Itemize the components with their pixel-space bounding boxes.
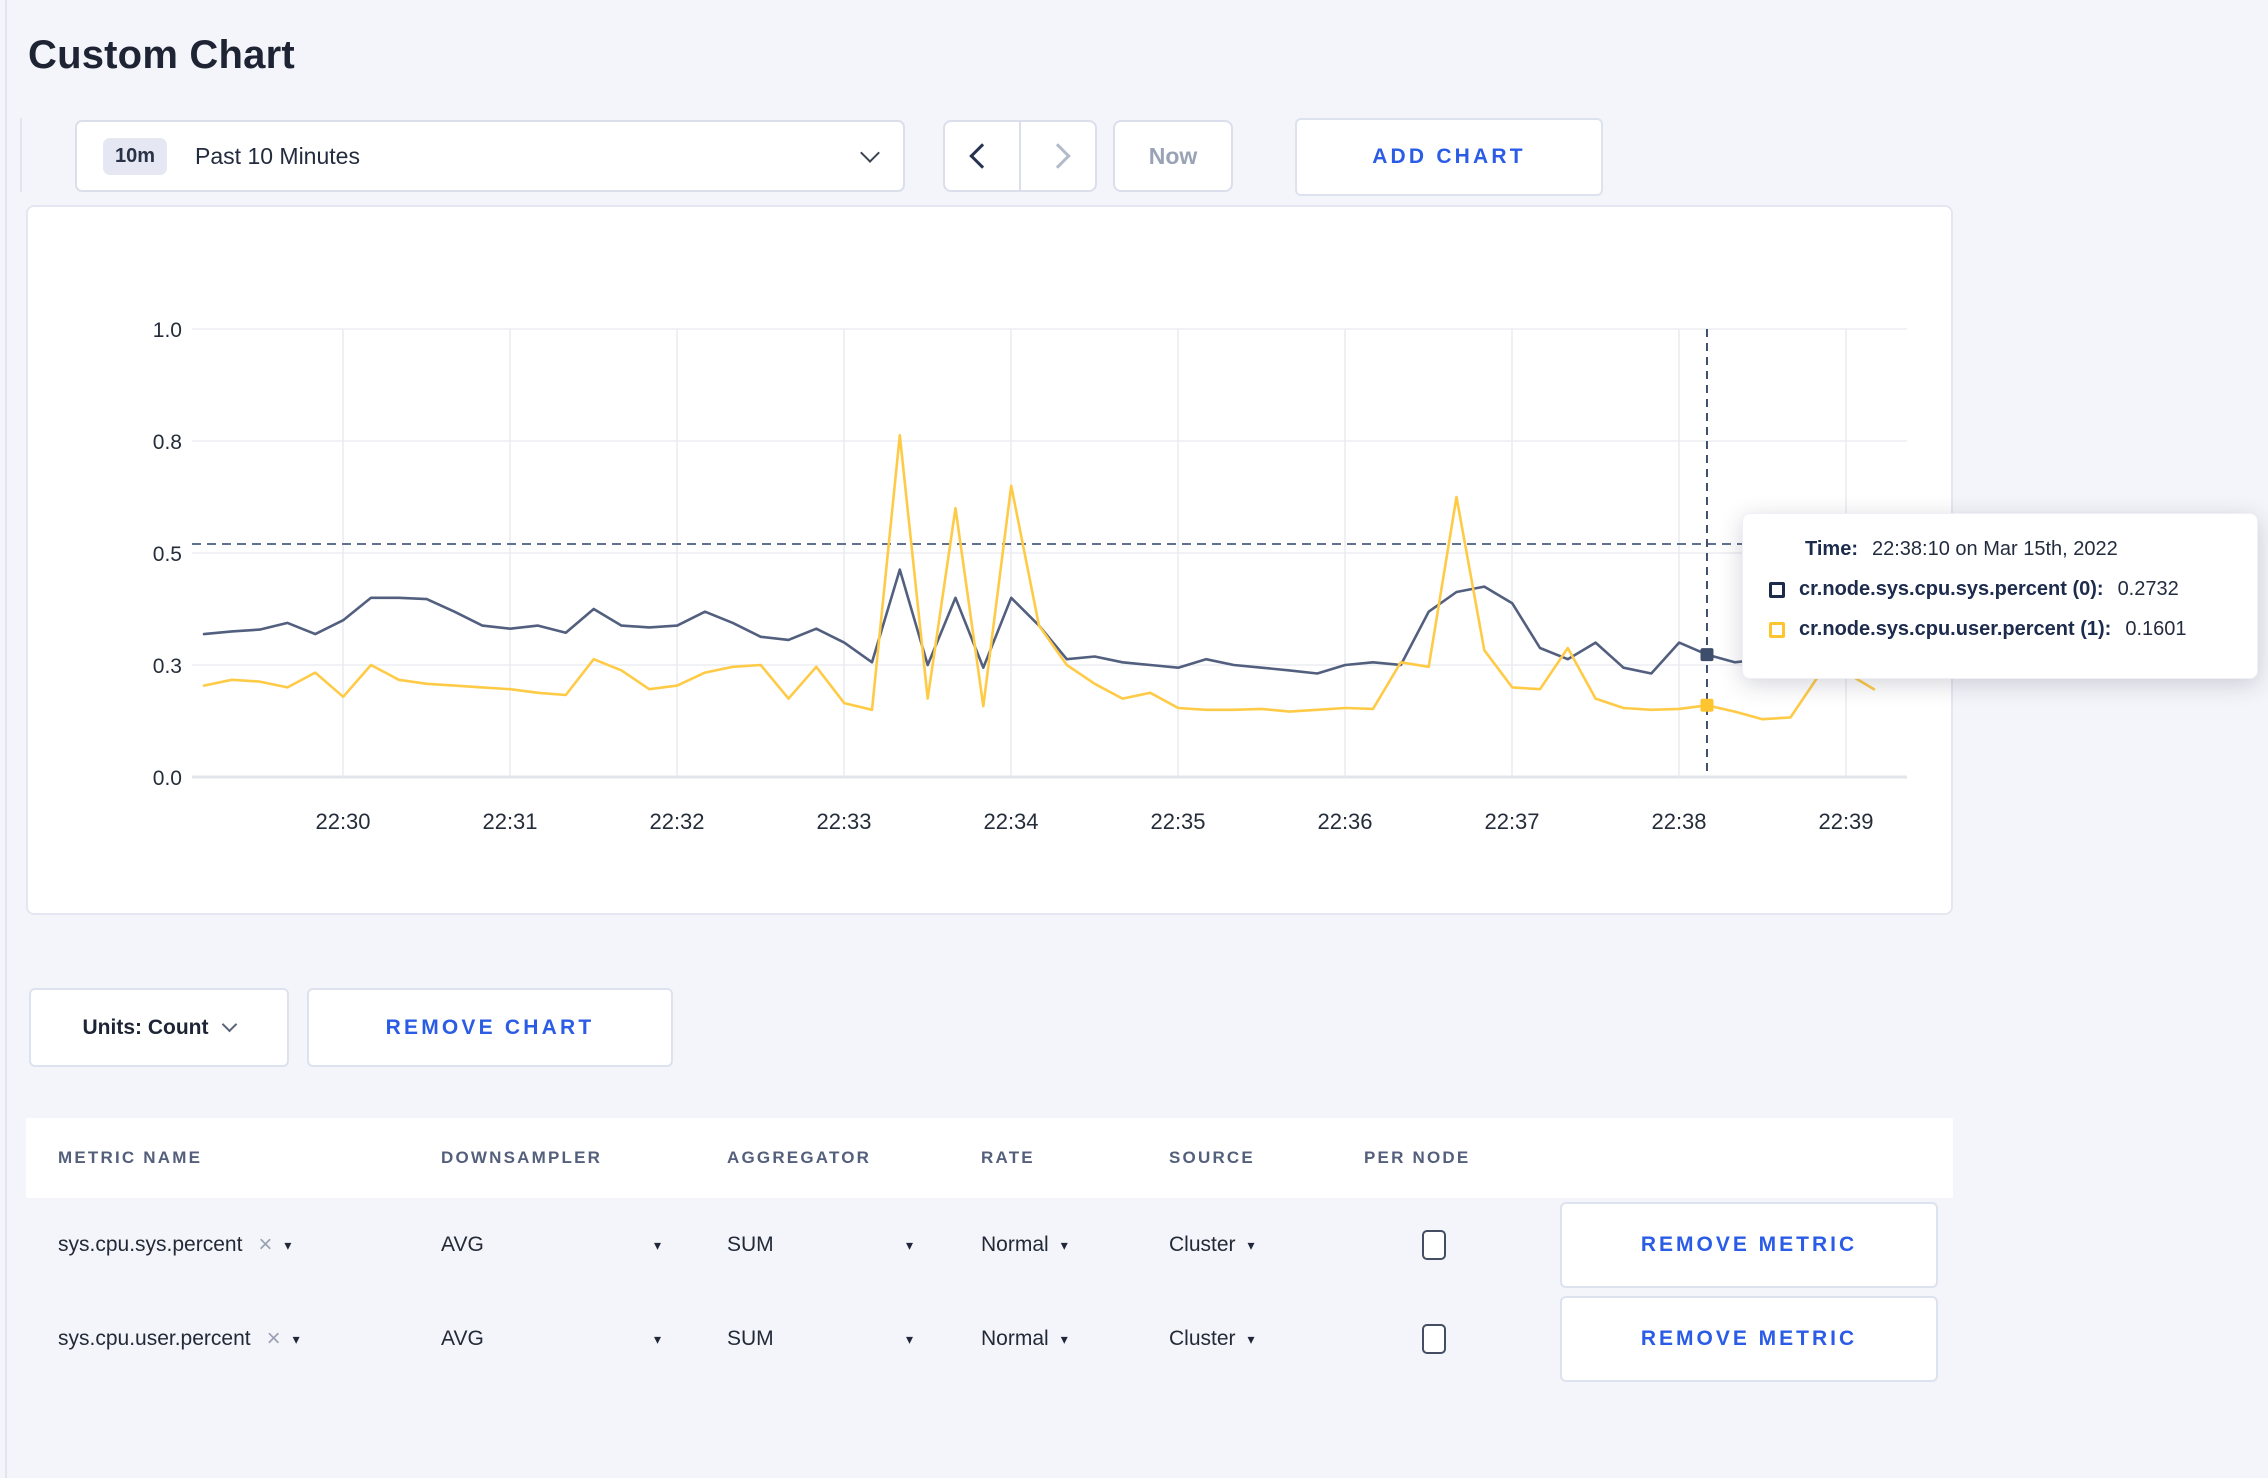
caret-down-icon: ▾ [653, 1236, 661, 1253]
close-icon[interactable]: × [267, 1327, 281, 1351]
chevron-left-icon [969, 143, 995, 169]
per-node-cell [1364, 1230, 1540, 1260]
metric-name-cell: sys.cpu.user.percent × ▾ [58, 1327, 441, 1351]
metric-name-select[interactable]: sys.cpu.sys.percent [58, 1233, 242, 1257]
units-label: Units: Count [82, 1015, 209, 1039]
close-icon[interactable]: × [258, 1233, 272, 1257]
col-header-source: SOURCE [1169, 1148, 1255, 1167]
metric-name-select[interactable]: sys.cpu.user.percent [58, 1327, 251, 1351]
metric-row: sys.cpu.sys.percent × ▾ AVG ▾ SUM ▾ Norm… [26, 1198, 1953, 1292]
caret-down-icon: ▾ [1247, 1236, 1255, 1253]
svg-text:22:39: 22:39 [1818, 809, 1873, 834]
series-line-1 [202, 433, 1876, 721]
tooltip-time-row: Time: 22:38:10 on Mar 15th, 2022 [1805, 538, 2257, 561]
metric-name-cell: sys.cpu.sys.percent × ▾ [58, 1233, 441, 1257]
now-button[interactable]: Now [1113, 120, 1233, 192]
remove-metric-cell: REMOVE METRIC [1540, 1202, 1953, 1288]
per-node-checkbox[interactable] [1422, 1324, 1446, 1354]
toolbar-left-divider [20, 118, 22, 192]
time-range-dropdown[interactable]: 10m Past 10 Minutes [75, 120, 905, 192]
tooltip-series-value: 0.1601 [2125, 618, 2187, 640]
downsampler-select[interactable]: AVG ▾ [441, 1233, 727, 1257]
cpu-usage-chart[interactable]: 1.0 0.8 0.5 0.3 0.0 22:30 22:31 22:32 22:33 22:34… [28, 207, 1951, 913]
downsampler-select[interactable]: AVG ▾ [441, 1327, 727, 1351]
svg-text:0.8: 0.8 [153, 431, 182, 454]
chevron-down-icon [222, 1016, 238, 1033]
caret-down-icon: ▾ [905, 1330, 913, 1347]
col-header-aggregator: AGGREGATOR [727, 1148, 872, 1167]
svg-text:22:36: 22:36 [1317, 809, 1372, 834]
source-select[interactable]: Cluster ▾ [1169, 1233, 1364, 1257]
rate-select[interactable]: Normal ▾ [981, 1233, 1169, 1257]
caret-down-icon: ▾ [1060, 1330, 1068, 1347]
rate-select[interactable]: Normal ▾ [981, 1327, 1169, 1351]
crosshair-marker-0 [1700, 648, 1714, 662]
tooltip-series-row: cr.node.sys.cpu.user.percent (1): 0.1601 [1769, 618, 2257, 641]
crosshair-marker-1 [1700, 698, 1714, 712]
page-left-border [5, 0, 7, 1478]
remove-metric-cell: REMOVE METRIC [1540, 1296, 1953, 1382]
svg-text:22:38: 22:38 [1651, 809, 1706, 834]
series-user-swatch-icon [1769, 621, 1785, 638]
aggregator-select[interactable]: SUM ▾ [727, 1327, 981, 1351]
tooltip-series-row: cr.node.sys.cpu.sys.percent (0): 0.2732 [1769, 578, 2257, 601]
time-range-label: Past 10 Minutes [195, 142, 360, 169]
col-header-per-node: PER NODE [1364, 1148, 1471, 1167]
units-dropdown[interactable]: Units: Count [29, 988, 289, 1067]
time-forward-button[interactable] [1021, 122, 1095, 190]
chart-card: 1.0 0.8 0.5 0.3 0.0 22:30 22:31 22:32 22:33 22:34… [26, 205, 1953, 915]
svg-text:22:32: 22:32 [649, 809, 704, 834]
source-select[interactable]: Cluster ▾ [1169, 1327, 1364, 1351]
tooltip-time-value: 22:38:10 on Mar 15th, 2022 [1871, 538, 2118, 560]
caret-down-icon: ▾ [653, 1330, 661, 1347]
svg-text:0.0: 0.0 [153, 767, 182, 790]
metrics-table-header: METRIC NAME DOWNSAMPLER AGGREGATOR RATE … [26, 1118, 1953, 1198]
chart-axis-labels: 1.0 0.8 0.5 0.3 0.0 22:30 22:31 22:32 22:33 22:34… [153, 319, 1874, 834]
svg-text:22:33: 22:33 [816, 809, 871, 834]
page-title: Custom Chart [28, 32, 295, 77]
svg-text:22:34: 22:34 [983, 809, 1038, 834]
caret-down-icon: ▾ [1247, 1330, 1255, 1347]
tooltip-time-label: Time: [1805, 538, 1858, 560]
col-header-rate: RATE [981, 1148, 1035, 1167]
per-node-cell [1364, 1324, 1540, 1354]
col-header-metric-name: METRIC NAME [58, 1148, 203, 1167]
svg-text:22:37: 22:37 [1484, 809, 1539, 834]
time-nav-group [943, 120, 1097, 192]
per-node-checkbox[interactable] [1422, 1230, 1446, 1260]
svg-text:22:31: 22:31 [482, 809, 537, 834]
remove-chart-button[interactable]: REMOVE CHART [307, 988, 673, 1067]
aggregator-select[interactable]: SUM ▾ [727, 1233, 981, 1257]
svg-text:22:35: 22:35 [1150, 809, 1205, 834]
caret-down-icon: ▾ [292, 1330, 300, 1347]
add-chart-button[interactable]: ADD CHART [1295, 118, 1603, 196]
series-sys-swatch-icon [1769, 581, 1785, 598]
chart-tooltip: Time: 22:38:10 on Mar 15th, 2022 cr.node… [1742, 513, 2258, 679]
time-range-badge: 10m [103, 137, 168, 175]
svg-text:22:30: 22:30 [315, 809, 370, 834]
remove-metric-button[interactable]: REMOVE METRIC [1560, 1202, 1938, 1288]
tooltip-series-label: cr.node.sys.cpu.sys.percent (0): [1799, 578, 2104, 600]
remove-metric-button[interactable]: REMOVE METRIC [1560, 1296, 1938, 1382]
caret-down-icon: ▾ [284, 1236, 292, 1253]
time-back-button[interactable] [945, 122, 1021, 190]
metrics-table: METRIC NAME DOWNSAMPLER AGGREGATOR RATE … [26, 1118, 1953, 1386]
caret-down-icon: ▾ [1060, 1236, 1068, 1253]
tooltip-series-label: cr.node.sys.cpu.user.percent (1): [1799, 618, 2112, 640]
chevron-right-icon [1045, 143, 1071, 169]
metric-row: sys.cpu.user.percent × ▾ AVG ▾ SUM ▾ Nor… [26, 1292, 1953, 1386]
tooltip-series-value: 0.2732 [2117, 578, 2179, 600]
chevron-down-icon [860, 143, 880, 163]
caret-down-icon: ▾ [905, 1236, 913, 1253]
col-header-downsampler: DOWNSAMPLER [441, 1148, 603, 1167]
svg-text:0.5: 0.5 [153, 543, 182, 566]
svg-text:1.0: 1.0 [153, 319, 182, 342]
custom-chart-page: Custom Chart 10m Past 10 Minutes Now ADD… [0, 0, 2268, 1478]
svg-text:0.3: 0.3 [153, 655, 182, 678]
